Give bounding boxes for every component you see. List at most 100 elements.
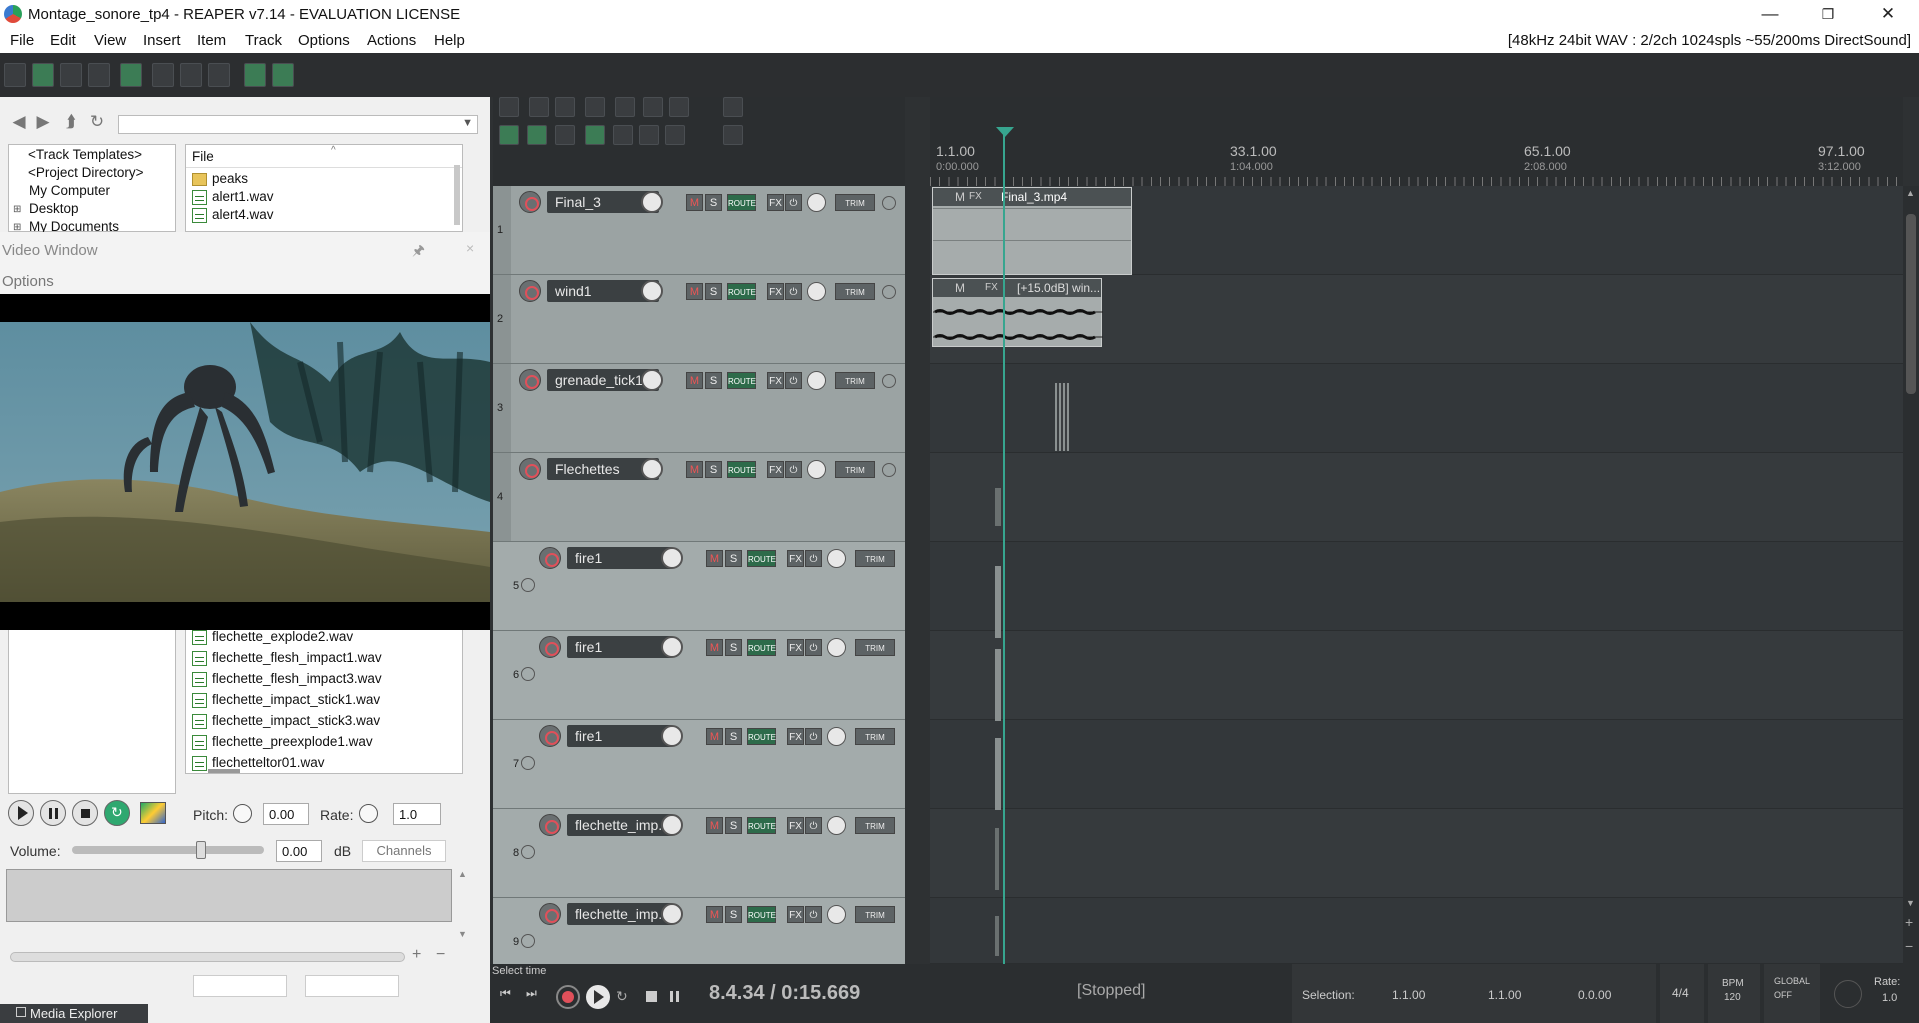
close-button[interactable]: ✕	[1865, 0, 1911, 29]
selection-start[interactable]: 1.1.00	[1392, 988, 1425, 1002]
stop-button[interactable]	[646, 991, 657, 1002]
item-mute[interactable]: M	[955, 279, 965, 297]
pause-button[interactable]	[40, 800, 66, 826]
record-arm-button[interactable]	[519, 280, 541, 302]
stop-button[interactable]	[72, 800, 98, 826]
menu-file[interactable]: File	[10, 32, 34, 49]
phase-icon[interactable]	[521, 756, 535, 770]
scroll-thumb[interactable]	[1906, 214, 1916, 394]
media-explorer-tab[interactable]: Media Explorer	[0, 1004, 148, 1023]
scrollbar[interactable]	[454, 165, 460, 225]
fx-bypass-button[interactable]: ⏻	[805, 906, 822, 923]
close-icon[interactable]: ×	[466, 240, 474, 256]
go-start-icon[interactable]: ⏮	[500, 986, 520, 1006]
file-list[interactable]: File ^ peaks alert1.wav alert4.wav	[185, 144, 463, 232]
file-item[interactable]: flechette_explode2.wav	[212, 629, 353, 644]
file-item[interactable]: peaks	[212, 171, 248, 186]
pan-knob[interactable]	[807, 460, 826, 479]
mute-button[interactable]: M	[686, 372, 703, 389]
track-lane[interactable]	[930, 720, 1903, 809]
media-item-audio[interactable]	[995, 566, 1001, 638]
pan-knob[interactable]	[827, 727, 846, 746]
track-name[interactable]: fire1	[567, 547, 673, 569]
zoom-out-icon[interactable]: −	[436, 946, 445, 964]
item-mute[interactable]: M	[955, 188, 965, 206]
phase-icon[interactable]	[882, 374, 896, 388]
solo-button[interactable]: S	[725, 639, 742, 656]
phase-icon[interactable]	[882, 285, 896, 299]
phase-icon[interactable]	[521, 934, 535, 948]
zoom-in-icon[interactable]: +	[412, 946, 421, 964]
trim-tool-icon[interactable]	[88, 63, 110, 87]
menu-edit[interactable]: Edit	[50, 32, 76, 49]
repeat-icon[interactable]	[639, 125, 659, 145]
pin-icon[interactable]: 🖈	[412, 240, 425, 264]
repeat-icon[interactable]: ↻	[616, 988, 628, 1005]
phase-icon[interactable]	[521, 845, 535, 859]
path-input[interactable]: ▼	[118, 115, 478, 134]
rate-knob[interactable]	[359, 804, 378, 823]
tempo-match-icon[interactable]	[140, 802, 166, 824]
link-icon[interactable]	[527, 125, 547, 145]
trim-button[interactable]: TRIM	[835, 194, 875, 211]
track-name[interactable]: fire1	[567, 636, 673, 658]
media-item-audio[interactable]	[995, 916, 999, 956]
phase-icon[interactable]	[882, 196, 896, 210]
time-signature[interactable]: 4/4	[1660, 964, 1704, 1023]
play-button[interactable]	[8, 800, 34, 826]
redo-icon[interactable]	[643, 97, 663, 117]
scroll-up-icon[interactable]: ▲	[458, 869, 467, 879]
track-header[interactable]: 3 grenade_tick1 M S ROUTE FX ⏻ TRIM	[493, 364, 905, 453]
pan-knob[interactable]	[807, 193, 826, 212]
menu-track[interactable]: Track	[245, 32, 282, 49]
selection-length[interactable]: 0.0.00	[1578, 988, 1611, 1002]
rate-input[interactable]: 1.0	[393, 803, 441, 825]
metronome-icon[interactable]	[669, 97, 689, 117]
fx-button[interactable]: FX	[787, 728, 804, 745]
route-button[interactable]: ROUTE	[747, 906, 776, 923]
trim-button[interactable]: TRIM	[835, 461, 875, 478]
track-header[interactable]: 4 Flechettes M S ROUTE FX ⏻ TRIM	[493, 453, 905, 542]
record-arm-button[interactable]	[519, 458, 541, 480]
mute-button[interactable]: M	[706, 550, 723, 567]
solo-button[interactable]: S	[725, 550, 742, 567]
zoom-out-icon[interactable]: −	[1905, 938, 1913, 954]
track-name[interactable]: fire1	[567, 725, 673, 747]
file-list-lower[interactable]: flechette_explode2.wav flechette_flesh_i…	[185, 628, 463, 774]
menu-help[interactable]: Help	[434, 32, 465, 49]
chevron-down-icon[interactable]: ▼	[462, 117, 473, 129]
mute-button[interactable]: M	[686, 194, 703, 211]
folder-tree[interactable]: <Track Templates> <Project Directory> My…	[8, 144, 176, 234]
track-volume-knob[interactable]	[661, 547, 683, 569]
solo-button[interactable]: S	[725, 817, 742, 834]
track-header[interactable]: 6 fire1 M S ROUTE FX ⏻ TRIM	[493, 631, 905, 720]
menu-view[interactable]: View	[94, 32, 126, 49]
selection-panel[interactable]: Selection: 1.1.00 1.1.00 0.0.00	[1292, 964, 1656, 1023]
pause-button[interactable]	[670, 991, 673, 1002]
track-volume-knob[interactable]	[641, 369, 663, 391]
track-lane[interactable]	[930, 542, 1903, 631]
pitch-input[interactable]: 0.00	[263, 803, 309, 825]
scroll-down-icon[interactable]: ▼	[458, 929, 467, 939]
maximize-button[interactable]: ❐	[1805, 0, 1851, 29]
fx-button[interactable]: FX	[787, 906, 804, 923]
auto-crossfade-icon[interactable]	[32, 63, 54, 87]
file-item[interactable]: flechette_preexplode1.wav	[212, 734, 373, 749]
refresh-icon[interactable]: ↻	[88, 113, 106, 131]
pan-knob[interactable]	[807, 282, 826, 301]
edit-mode-icon[interactable]	[244, 63, 266, 87]
preview-vscroll[interactable]: ▲ ▼	[458, 869, 470, 939]
track-volume-knob[interactable]	[641, 191, 663, 213]
pitch-knob[interactable]	[233, 804, 252, 823]
file-item[interactable]: flechette_impact_stick3.wav	[212, 713, 380, 728]
trim-button[interactable]: TRIM	[855, 906, 895, 923]
track-header[interactable]: 7 fire1 M S ROUTE FX ⏻ TRIM	[493, 720, 905, 809]
volume-slider-thumb[interactable]	[195, 841, 206, 859]
track-name[interactable]: flechette_imp..3	[567, 903, 673, 925]
file-column-header[interactable]: File	[192, 149, 214, 164]
solo-button[interactable]: S	[725, 728, 742, 745]
record-arm-button[interactable]	[539, 725, 561, 747]
fx-bypass-button[interactable]: ⏻	[785, 194, 802, 211]
pan-knob[interactable]	[827, 638, 846, 657]
trim-button[interactable]: TRIM	[835, 372, 875, 389]
